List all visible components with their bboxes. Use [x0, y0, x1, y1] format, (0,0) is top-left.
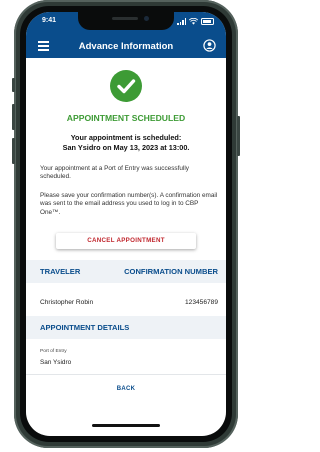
phone-frame: 9:41 Advance Information APPOINTMENT SCH… — [12, 0, 240, 448]
table-row: Christopher Robin 123456789 — [26, 291, 226, 313]
appointment-details-heading: APPOINTMENT DETAILS — [40, 323, 130, 332]
confirmation-number-column-header: CONFIRMATION NUMBER — [124, 267, 218, 276]
email-notice: Please save your confirmation number(s).… — [40, 192, 218, 216]
camera-notch — [78, 12, 174, 30]
traveler-name: Christopher Robin — [40, 299, 94, 306]
port-of-entry-value: San Ysidro — [40, 359, 72, 366]
traveler-table-header: TRAVELER CONFIRMATION NUMBER — [26, 260, 226, 283]
divider — [26, 374, 226, 375]
battery-icon — [201, 18, 214, 25]
success-message: Your appointment at a Port of Entry was … — [40, 165, 189, 181]
confirmation-summary: Your appointment is scheduled: San Ysidr… — [26, 133, 226, 153]
wifi-icon — [189, 18, 198, 25]
confirmation-number: 123456789 — [184, 299, 218, 306]
mute-switch — [12, 78, 15, 92]
volume-up-button — [12, 104, 15, 130]
user-circle-icon[interactable] — [203, 39, 216, 52]
back-button[interactable]: BACK — [86, 382, 166, 396]
signal-icon — [177, 18, 186, 25]
system-icons — [177, 18, 214, 25]
screen: 9:41 Advance Information APPOINTMENT SCH… — [26, 12, 226, 436]
front-camera — [144, 16, 149, 21]
check-circle-icon — [110, 70, 142, 102]
port-of-entry-label: Port of Entry — [40, 349, 67, 354]
appointment-details-header: APPOINTMENT DETAILS — [26, 316, 226, 339]
cancel-appointment-button[interactable]: CANCEL APPOINTMENT — [56, 233, 196, 249]
status-time: 9:41 — [42, 17, 57, 24]
power-button — [237, 116, 240, 156]
confirmation-line-1: Your appointment is scheduled: — [70, 133, 182, 142]
app-header: Advance Information — [26, 34, 226, 58]
volume-down-button — [12, 138, 15, 164]
confirmation-line-2: San Ysidro on May 13, 2023 at 13:00. — [62, 143, 190, 152]
page-title: Advance Information — [78, 41, 174, 52]
traveler-column-header: TRAVELER — [40, 267, 81, 276]
speaker-grille — [112, 17, 138, 20]
home-indicator[interactable] — [92, 424, 160, 427]
confirmation-title: APPOINTMENT SCHEDULED — [66, 113, 186, 123]
phone-bezel: 9:41 Advance Information APPOINTMENT SCH… — [20, 6, 232, 442]
